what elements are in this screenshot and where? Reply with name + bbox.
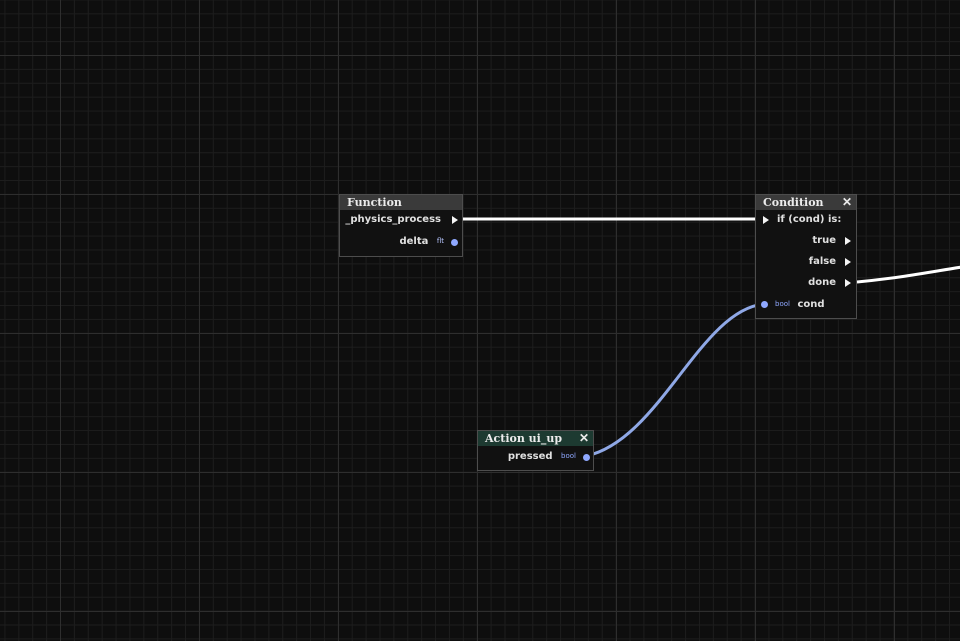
cond-type-tag: bool: [775, 300, 790, 308]
done-output-row: done: [808, 276, 836, 290]
bool-wire-pressed-to-cond[interactable]: [585, 302, 765, 458]
true-output-port[interactable]: [845, 237, 851, 245]
true-output-label: true: [812, 235, 836, 246]
action-close-icon[interactable]: ✕: [579, 431, 589, 446]
condition-exec-input-port[interactable]: [763, 216, 769, 224]
delta-type-tag: flt: [436, 237, 444, 245]
false-output-port[interactable]: [845, 258, 851, 266]
condition-node[interactable]: Condition ✕ if (cond) is: true false don…: [755, 194, 857, 319]
done-output-label: done: [808, 277, 836, 288]
cond-input-label: cond: [797, 299, 825, 310]
action-node-title: Action ui_up: [485, 432, 563, 445]
condition-exec-input-row: if (cond) is:: [777, 213, 841, 227]
false-output-label: false: [808, 256, 836, 267]
condition-node-header[interactable]: Condition ✕: [756, 195, 856, 210]
action-node[interactable]: Action ui_up ✕ pressed bool: [477, 430, 594, 471]
connection-wires: [462, 217, 960, 458]
delta-param-row: delta flt: [399, 234, 444, 248]
exec-output-row: _physics_process: [345, 213, 441, 227]
cond-input-row: bool cond: [770, 297, 825, 311]
pressed-type-tag: bool: [561, 452, 576, 460]
pressed-output-label: pressed: [507, 451, 553, 462]
exec-output-label: _physics_process: [345, 214, 441, 225]
cond-input-port[interactable]: [761, 301, 768, 308]
condition-node-title: Condition: [763, 196, 824, 209]
condition-close-icon[interactable]: ✕: [842, 195, 852, 210]
delta-output-port[interactable]: [451, 239, 458, 246]
pressed-output-row: pressed bool: [508, 449, 576, 463]
exec-wire-done-out[interactable]: [856, 265, 960, 284]
condition-exec-input-label: if (cond) is:: [777, 214, 842, 225]
action-node-header[interactable]: Action ui_up ✕: [478, 431, 593, 446]
true-output-row: true: [812, 234, 836, 248]
false-output-row: false: [809, 255, 836, 269]
function-node-header[interactable]: Function: [340, 195, 462, 210]
graph-canvas[interactable]: Function _physics_process delta flt Cond…: [0, 0, 960, 641]
delta-param-label: delta: [399, 236, 429, 247]
done-output-port[interactable]: [845, 279, 851, 287]
pressed-output-port[interactable]: [583, 454, 590, 461]
exec-output-port[interactable]: [452, 216, 458, 224]
function-node[interactable]: Function _physics_process delta flt: [339, 194, 463, 257]
function-node-title: Function: [347, 196, 402, 209]
